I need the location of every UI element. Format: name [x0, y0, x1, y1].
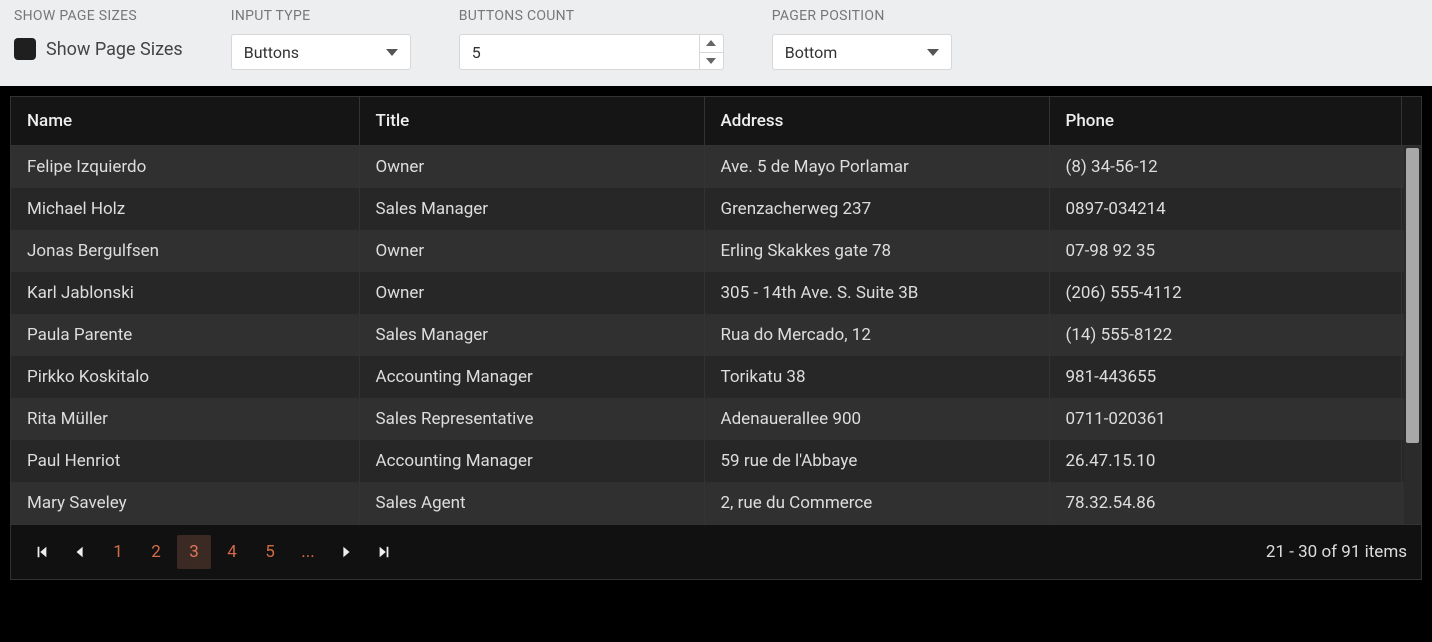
pager-info: 21 - 30 of 91 items [1266, 542, 1407, 562]
cell-address: Grenzacherweg 237 [704, 188, 1049, 230]
cell-address: Rua do Mercado, 12 [704, 314, 1049, 356]
pager-page-5[interactable]: 5 [253, 535, 287, 569]
pager-position-group: PAGER POSITION Bottom [772, 8, 952, 70]
pager-position-label: PAGER POSITION [772, 8, 952, 24]
table-row[interactable]: Paul HenriotAccounting Manager59 rue de … [11, 440, 1421, 482]
show-page-sizes-control[interactable]: Show Page Sizes [14, 34, 183, 60]
cell-phone: (8) 34-56-12 [1049, 146, 1401, 188]
table-row[interactable]: Pirkko KoskitaloAccounting ManagerTorika… [11, 356, 1421, 398]
cell-name: Felipe Izquierdo [11, 146, 359, 188]
cell-name: Paul Henriot [11, 440, 359, 482]
data-grid: Name Title Address Phone Felipe Izquierd… [10, 96, 1422, 580]
column-header-address[interactable]: Address [704, 97, 1049, 146]
table-row[interactable]: Paula ParenteSales ManagerRua do Mercado… [11, 314, 1421, 356]
cell-name: Pirkko Koskitalo [11, 356, 359, 398]
buttons-count-steppers [699, 35, 723, 69]
pager-first-button[interactable] [25, 535, 59, 569]
buttons-count-label: BUTTONS COUNT [459, 8, 724, 24]
cell-phone: (206) 555-4112 [1049, 272, 1401, 314]
input-type-group: INPUT TYPE Buttons [231, 8, 411, 70]
cell-name: Karl Jablonski [11, 272, 359, 314]
cell-phone: 981-443655 [1049, 356, 1401, 398]
cell-name: Jonas Bergulfsen [11, 230, 359, 272]
pager-page-3[interactable]: 3 [177, 535, 211, 569]
cell-phone: 07-98 92 35 [1049, 230, 1401, 272]
caret-up-icon [706, 40, 716, 46]
pager-page-1[interactable]: 1 [101, 535, 135, 569]
stepper-down-button[interactable] [700, 52, 723, 70]
cell-address: Ave. 5 de Mayo Porlamar [704, 146, 1049, 188]
pager-next-button[interactable] [329, 535, 363, 569]
show-page-sizes-group: SHOW PAGE SIZES Show Page Sizes [14, 8, 183, 60]
grid-container: Name Title Address Phone Felipe Izquierd… [0, 86, 1432, 590]
cell-phone: 78.32.54.86 [1049, 482, 1401, 524]
pager-page-4[interactable]: 4 [215, 535, 249, 569]
cell-phone: 0897-034214 [1049, 188, 1401, 230]
buttons-count-value: 5 [460, 43, 699, 62]
scrollbar-thumb[interactable] [1406, 148, 1419, 443]
pager-prev-button[interactable] [63, 535, 97, 569]
pager: 12345 ... 21 - 30 of 91 items [11, 524, 1421, 579]
cell-address: Erling Skakkes gate 78 [704, 230, 1049, 272]
table-row[interactable]: Karl JablonskiOwner305 - 14th Ave. S. Su… [11, 272, 1421, 314]
column-header-title[interactable]: Title [359, 97, 704, 146]
cell-name: Mary Saveley [11, 482, 359, 524]
pager-last-button[interactable] [367, 535, 401, 569]
cell-address: Adenauerallee 900 [704, 398, 1049, 440]
caret-down-icon [706, 58, 716, 64]
column-header-phone[interactable]: Phone [1049, 97, 1401, 146]
table-row[interactable]: Rita MüllerSales RepresentativeAdenauera… [11, 398, 1421, 440]
cell-address: 2, rue du Commerce [704, 482, 1049, 524]
prev-page-icon [73, 545, 87, 559]
cell-address: Torikatu 38 [704, 356, 1049, 398]
cell-title: Owner [359, 272, 704, 314]
cell-title: Owner [359, 230, 704, 272]
pager-position-select[interactable]: Bottom [772, 34, 952, 70]
table-row[interactable]: Mary SaveleySales Agent2, rue du Commerc… [11, 482, 1421, 524]
cell-title: Accounting Manager [359, 440, 704, 482]
cell-title: Sales Representative [359, 398, 704, 440]
cell-name: Rita Müller [11, 398, 359, 440]
cell-address: 59 rue de l'Abbaye [704, 440, 1049, 482]
table-row[interactable]: Michael HolzSales ManagerGrenzacherweg 2… [11, 188, 1421, 230]
stepper-up-button[interactable] [700, 35, 723, 52]
pager-ellipsis[interactable]: ... [291, 535, 325, 569]
cell-phone: (14) 555-8122 [1049, 314, 1401, 356]
buttons-count-group: BUTTONS COUNT 5 [459, 8, 724, 70]
input-type-label: INPUT TYPE [231, 8, 411, 24]
scrollbar-header-spacer [1401, 97, 1421, 146]
show-page-sizes-checkbox-label: Show Page Sizes [46, 39, 183, 60]
cell-title: Sales Manager [359, 188, 704, 230]
grid-header: Name Title Address Phone [11, 97, 1421, 146]
cell-phone: 26.47.15.10 [1049, 440, 1401, 482]
first-page-icon [35, 545, 49, 559]
table-row[interactable]: Jonas BergulfsenOwnerErling Skakkes gate… [11, 230, 1421, 272]
pager-page-2[interactable]: 2 [139, 535, 173, 569]
config-toolbar: SHOW PAGE SIZES Show Page Sizes INPUT TY… [0, 0, 1432, 86]
column-header-name[interactable]: Name [11, 97, 359, 146]
input-type-value: Buttons [244, 43, 299, 62]
cell-title: Sales Agent [359, 482, 704, 524]
cell-address: 305 - 14th Ave. S. Suite 3B [704, 272, 1049, 314]
pager-buttons: 12345 ... [25, 535, 401, 569]
chevron-down-icon [927, 49, 939, 56]
pager-position-value: Bottom [785, 43, 838, 62]
table-row[interactable]: Felipe IzquierdoOwnerAve. 5 de Mayo Porl… [11, 146, 1421, 188]
input-type-select[interactable]: Buttons [231, 34, 411, 70]
show-page-sizes-label: SHOW PAGE SIZES [14, 8, 183, 24]
cell-phone: 0711-020361 [1049, 398, 1401, 440]
cell-name: Paula Parente [11, 314, 359, 356]
chevron-down-icon [386, 49, 398, 56]
cell-title: Owner [359, 146, 704, 188]
cell-title: Sales Manager [359, 314, 704, 356]
cell-name: Michael Holz [11, 188, 359, 230]
next-page-icon [339, 545, 353, 559]
grid-body: Felipe IzquierdoOwnerAve. 5 de Mayo Porl… [11, 146, 1421, 524]
cell-title: Accounting Manager [359, 356, 704, 398]
vertical-scrollbar[interactable] [1404, 146, 1421, 524]
last-page-icon [377, 545, 391, 559]
buttons-count-input[interactable]: 5 [459, 34, 724, 70]
show-page-sizes-checkbox[interactable] [14, 38, 36, 60]
